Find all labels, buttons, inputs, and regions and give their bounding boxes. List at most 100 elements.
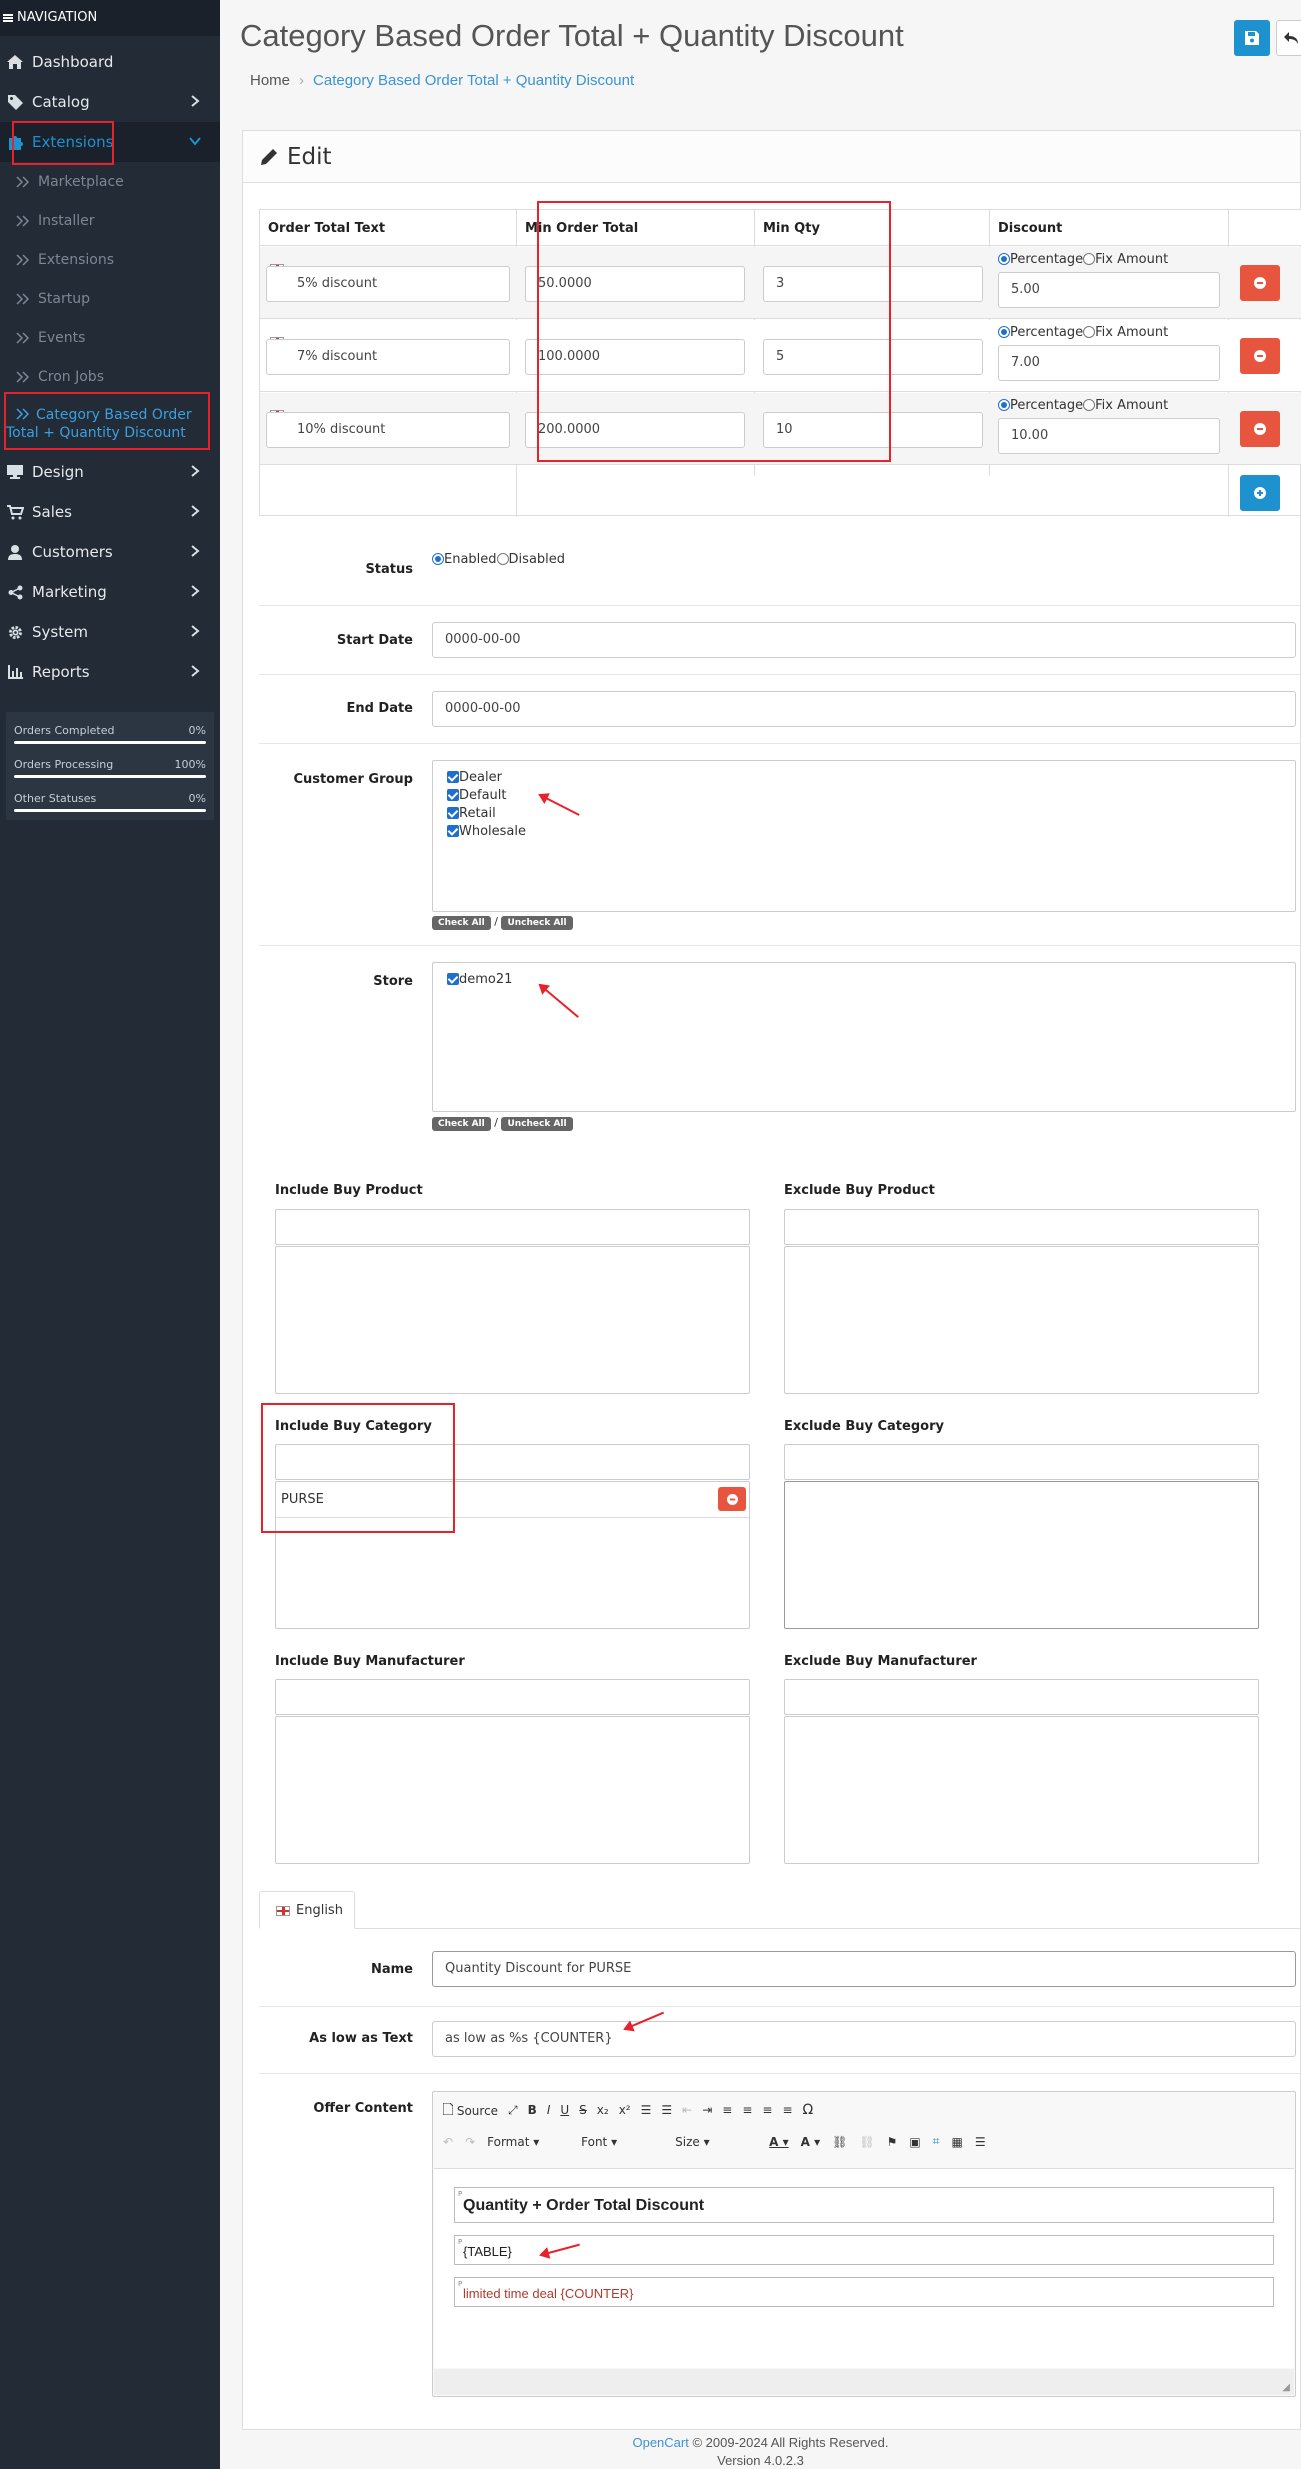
uncheck-all-button[interactable]: Uncheck All [501,916,573,930]
sidebar-subitem-marketplace[interactable]: Marketplace [0,162,220,201]
sidebar-item-sales[interactable]: Sales [0,492,220,532]
sidebar-subitem-extensions[interactable]: Extensions [0,240,220,279]
resize-handle-icon[interactable]: ◢ [1282,2382,1290,2393]
bullet-list-icon[interactable]: ☰ [661,2103,672,2117]
radio-label: Percentage [1010,398,1084,413]
checkbox[interactable] [447,807,459,819]
remove-category-button[interactable] [718,1487,746,1511]
exclude-category-input[interactable] [784,1444,1259,1480]
source-button[interactable]: Source [442,2102,498,2118]
group-item[interactable]: Retail [447,805,1281,823]
radio-percentage[interactable] [998,326,1010,338]
check-all-button[interactable]: Check All [432,1117,491,1131]
checkbox[interactable] [447,825,459,837]
link-icon[interactable]: ⛓ [832,2135,847,2149]
justify-icon[interactable]: ≡ [782,2103,792,2117]
tab-english[interactable]: English [259,1891,355,1929]
name-input[interactable]: Quantity Discount for PURSE [432,1951,1296,1987]
unlink-icon[interactable]: ⛓ [859,2135,874,2149]
order-total-text-input[interactable]: 5% discount [266,266,510,302]
start-date-input[interactable]: 0000-00-00 [432,622,1296,658]
as-low-as-input[interactable]: as low as %s {COUNTER} [432,2021,1296,2057]
checkbox[interactable] [447,973,459,985]
content-block[interactable]: P limited time deal {COUNTER} [454,2277,1274,2307]
bg-color-icon[interactable]: A ▾ [801,2135,821,2149]
radio-percentage[interactable] [998,399,1010,411]
flag-anchor-icon[interactable]: ⚑ [887,2135,898,2149]
sidebar-subitem-cron-jobs[interactable]: Cron Jobs [0,357,220,396]
include-product-input[interactable] [275,1209,750,1245]
discount-amount-input[interactable]: 7.00 [998,345,1220,381]
bold-icon[interactable]: B [528,2103,537,2117]
exclude-product-input[interactable] [784,1209,1259,1245]
text-color-icon[interactable]: A ▾ [769,2135,789,2149]
horizontal-rule-icon[interactable]: ☰ [975,2135,986,2149]
ordered-list-icon[interactable]: ☰ [641,2103,652,2117]
redo-icon[interactable]: ↷ [465,2135,475,2149]
table-icon[interactable]: ▦ [951,2135,962,2149]
maximize-icon[interactable]: ⤢ [508,2103,518,2118]
remove-row-button[interactable] [1240,338,1280,374]
discount-amount-input[interactable]: 5.00 [998,272,1220,308]
radio-fixed[interactable] [1083,399,1096,411]
save-button[interactable] [1234,20,1270,56]
radio-disabled[interactable] [496,553,509,565]
editor-content[interactable]: P Quantity + Order Total Discount P {TAB… [434,2168,1294,2368]
group-item[interactable]: Dealer [447,769,1281,787]
uncheck-all-button[interactable]: Uncheck All [501,1117,573,1131]
exclude-manufacturer-input[interactable] [784,1679,1259,1715]
content-block[interactable]: P Quantity + Order Total Discount [454,2187,1274,2223]
sidebar-item-dashboard[interactable]: Dashboard [0,42,220,82]
italic-icon[interactable]: I [547,2103,551,2117]
back-button[interactable] [1276,20,1301,56]
align-center-icon[interactable]: ≡ [742,2103,752,2117]
order-total-text-input[interactable]: 7% discount [266,339,510,375]
size-dropdown[interactable]: Size ▾ [675,2135,757,2149]
outdent-icon[interactable]: ⇤ [682,2103,692,2117]
sidebar-item-design[interactable]: Design [0,452,220,492]
radio-fixed[interactable] [1083,253,1096,265]
check-all-button[interactable]: Check All [432,916,491,930]
align-right-icon[interactable]: ≡ [762,2103,772,2117]
sidebar-item-catalog[interactable]: Catalog [0,82,220,122]
underline-icon[interactable]: U [560,2103,569,2117]
sidebar-subitem-installer[interactable]: Installer [0,201,220,240]
iframe-icon[interactable]: ⌗ [933,2134,940,2149]
checkbox[interactable] [447,789,459,801]
indent-icon[interactable]: ⇥ [702,2103,712,2117]
image-icon[interactable]: ▣ [909,2135,920,2149]
offer-content-label: Offer Content [313,2101,413,2116]
sidebar-item-marketing[interactable]: Marketing [0,572,220,612]
remove-row-button[interactable] [1240,265,1280,301]
sidebar-subitem-events[interactable]: Events [0,318,220,357]
undo-icon[interactable]: ↶ [443,2135,453,2149]
include-manufacturer-input[interactable] [275,1679,750,1715]
align-left-icon[interactable]: ≡ [722,2103,732,2117]
order-total-text-input[interactable]: 10% discount [266,412,510,448]
sidebar-item-reports[interactable]: Reports [0,652,220,692]
radio-percentage[interactable] [998,253,1010,265]
omega-icon[interactable]: Ω [803,2102,814,2118]
footer-brand-link[interactable]: OpenCart [632,2435,688,2450]
store-item[interactable]: demo21 [447,971,1281,989]
sidebar-item-customers[interactable]: Customers [0,532,220,572]
add-row-button[interactable] [1240,475,1280,511]
discount-amount-input[interactable]: 10.00 [998,418,1220,454]
subscript-icon[interactable]: x₂ [597,2103,609,2117]
content-block[interactable]: P {TABLE} [454,2235,1274,2265]
sidebar-item-system[interactable]: System [0,612,220,652]
group-item[interactable]: Wholesale [447,823,1281,841]
strike-icon[interactable]: S [579,2103,587,2117]
remove-row-button[interactable] [1240,411,1280,447]
font-dropdown[interactable]: Font ▾ [581,2135,663,2149]
radio-enabled[interactable] [432,553,444,565]
end-date-input[interactable]: 0000-00-00 [432,691,1296,727]
superscript-icon[interactable]: x² [619,2103,631,2117]
group-item[interactable]: Default [447,787,1281,805]
format-dropdown[interactable]: Format ▾ [487,2135,569,2149]
breadcrumb-home[interactable]: Home [250,72,290,89]
breadcrumb-current[interactable]: Category Based Order Total + Quantity Di… [313,72,634,89]
radio-fixed[interactable] [1083,326,1096,338]
checkbox[interactable] [447,771,459,783]
sidebar-subitem-startup[interactable]: Startup [0,279,220,318]
